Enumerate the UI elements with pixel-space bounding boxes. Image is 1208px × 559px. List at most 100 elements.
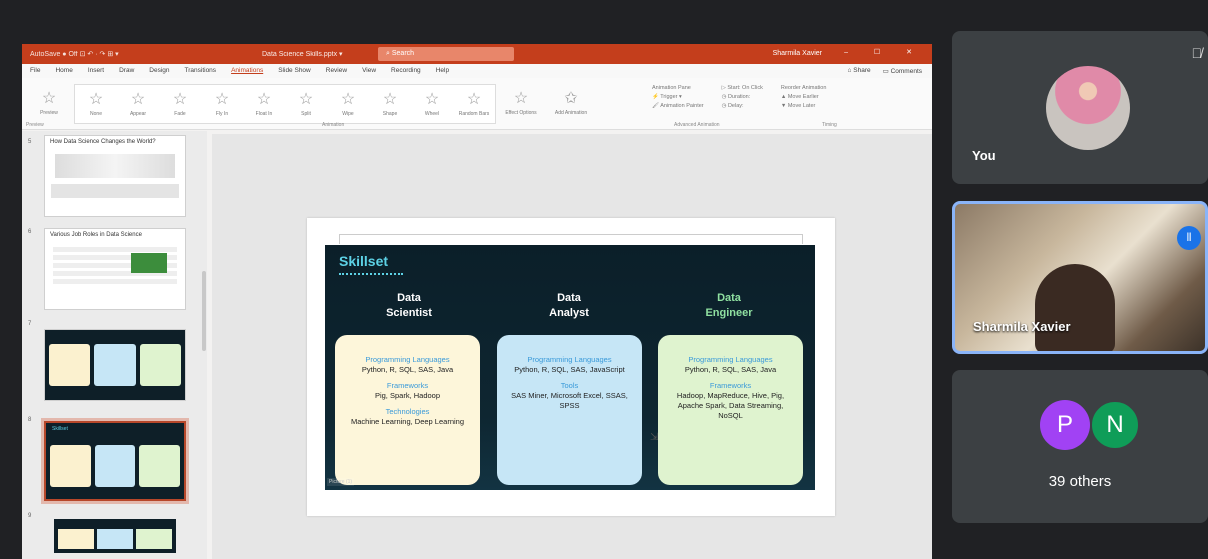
ribbon-command[interactable]: ▼ Move Later: [781, 102, 827, 111]
skill-values: SAS Miner, Microsoft Excel, SSAS, SPSS: [511, 391, 628, 410]
thumb-card: [139, 445, 181, 487]
ribbon-command[interactable]: ⚡ Trigger ▾: [652, 93, 704, 102]
ribbon-tab-recording[interactable]: Recording: [391, 67, 421, 75]
menu-action[interactable]: ⌂ Share: [848, 67, 871, 75]
participant-tile-others[interactable]: P N 39 others: [952, 370, 1208, 523]
animation-label: Wipe: [342, 111, 354, 117]
slide-canvas[interactable]: Skillset Data Scientist Data Analyst Dat…: [307, 218, 835, 516]
menu-action[interactable]: ▭ Comments: [883, 67, 922, 75]
ribbon-tab-home[interactable]: Home: [55, 67, 72, 75]
animations-ribbon: ☆ Preview ☆ None ☆ Appear ☆ Fade ☆ Fly In ☆ Float…: [22, 78, 932, 130]
document-name[interactable]: Data Science Skills.pptx ▾: [262, 50, 343, 58]
animation-fly-in[interactable]: ☆ Fly In: [201, 85, 243, 123]
thumb-number: 5: [28, 139, 32, 145]
skill-category: Programming Languages: [688, 355, 773, 364]
ribbon-command[interactable]: ◷ Duration:: [722, 93, 763, 102]
animation-float-in[interactable]: ☆ Float In: [243, 85, 285, 123]
ribbon-group: Reorder Animation ▲ Move Earlier ▼ Move La…: [781, 84, 827, 111]
ribbon-command[interactable]: ▲ Move Earlier: [781, 93, 827, 102]
star-icon: ☆: [88, 91, 104, 108]
slide-thumbnail[interactable]: How Data Science Changes the World?: [44, 135, 186, 217]
preview-button[interactable]: ☆ Preview: [28, 84, 70, 122]
slide-thumbnail[interactable]: [44, 515, 186, 559]
ribbon-tab-file[interactable]: File: [30, 67, 40, 75]
animation-label: Appear: [129, 111, 147, 117]
ribbon-right-groups: Animation Pane ⚡ Trigger ▾ 🖌 Animation Pai…: [652, 84, 826, 111]
participant-video: [1035, 264, 1115, 351]
star-icon: ☆: [172, 91, 188, 108]
avatar-initial: P: [1040, 400, 1090, 450]
others-count: 39 others: [1048, 473, 1112, 490]
effect-options-button[interactable]: ☆ Effect Options: [500, 84, 542, 122]
animation-fade[interactable]: ☆ Fade: [159, 85, 201, 123]
thumb-number: 7: [28, 321, 32, 327]
animation-label: Random Bars: [458, 111, 490, 117]
animation-random-bars[interactable]: ☆ Random Bars: [453, 85, 495, 123]
ribbon-tab-design[interactable]: Design: [149, 67, 169, 75]
window-controls[interactable]: – ☐ ✕: [844, 48, 924, 56]
star-icon: ☆: [214, 91, 230, 108]
ribbon-group: Animation Pane ⚡ Trigger ▾ 🖌 Animation Pai…: [652, 84, 704, 111]
search-box[interactable]: ⌕ Search: [378, 47, 514, 61]
ribbon-tab-help[interactable]: Help: [436, 67, 449, 75]
column-head-text: Data Engineer: [705, 292, 753, 319]
thumb-number: 8: [28, 417, 32, 423]
slide-thumbnail[interactable]: Various Job Roles in Data Science: [44, 228, 186, 310]
slide-thumbnail[interactable]: [44, 329, 186, 401]
participant-tile-speaker[interactable]: ⦀ Sharmila Xavier: [952, 201, 1208, 354]
ribbon-tab-animations[interactable]: Animations: [231, 67, 263, 75]
group-animation: Animation: [322, 122, 345, 128]
slide-thumbnail-selected[interactable]: Skillset: [41, 418, 189, 504]
shared-screen: AutoSave ● Off ⊡ ↶ · ↷ ⊞ ▾ Data Science …: [22, 44, 932, 559]
ribbon-command[interactable]: ▷ Start: On Click: [722, 84, 763, 93]
avatar-initial: N: [1090, 400, 1140, 450]
skill-values: Python, R, SQL, SAS, Java: [684, 365, 777, 374]
ribbon-tabs: File Home Insert Draw Design Transitions Anima…: [22, 64, 932, 78]
signed-in-user[interactable]: Sharmila Xavier: [773, 50, 822, 57]
thumb-graphic: [51, 184, 179, 198]
skill-category: Frameworks: [709, 381, 752, 390]
slide-title: Skillset: [339, 253, 389, 269]
slide-thumbnails-pane: 5 How Data Science Changes the World? 6 …: [22, 131, 207, 559]
ribbon-tab-slide-show[interactable]: Slide Show: [278, 67, 311, 75]
thumbnail-scrollbar[interactable]: [202, 271, 206, 351]
animation-split[interactable]: ☆ Split: [285, 85, 327, 123]
thumb-card: [94, 344, 136, 386]
animation-wheel[interactable]: ☆ Wheel: [411, 85, 453, 123]
ribbon-tab-insert[interactable]: Insert: [88, 67, 104, 75]
star-plus-icon: ✩: [564, 90, 578, 107]
effect-options-label: Effect Options: [505, 110, 537, 116]
participant-tile-self[interactable]: 🎙̸ You: [952, 31, 1208, 184]
ribbon-tab-draw[interactable]: Draw: [119, 67, 134, 75]
menu-right-actions: ⌂ Share ▭ Comments: [848, 67, 922, 75]
skill-values: Machine Learning, Deep Learning: [351, 417, 464, 426]
ribbon-command[interactable]: Animation Pane: [652, 84, 704, 93]
thumb-card: [139, 344, 181, 386]
animation-wipe[interactable]: ☆ Wipe: [327, 85, 369, 123]
quick-access-toolbar[interactable]: AutoSave ● Off ⊡ ↶ · ↷ ⊞ ▾: [30, 50, 119, 58]
ppt-titlebar: AutoSave ● Off ⊡ ↶ · ↷ ⊞ ▾ Data Science …: [22, 44, 932, 64]
participant-name: You: [972, 148, 996, 163]
ribbon-tab-review[interactable]: Review: [326, 67, 347, 75]
speaking-indicator-icon: ⦀: [1177, 226, 1201, 250]
ribbon-command[interactable]: Reorder Animation: [781, 84, 827, 93]
mouse-cursor-icon: ⇲: [650, 432, 659, 443]
skill-card-engineer: Programming Languages Python, R, SQL, SAS…: [658, 335, 803, 485]
animation-label: Shape: [382, 111, 398, 117]
animation-label: Wheel: [424, 111, 440, 117]
skill-category: Technologies: [385, 407, 430, 416]
animation-label: Float In: [255, 111, 273, 117]
add-animation-button[interactable]: ✩ Add Animation: [550, 84, 592, 122]
animation-shape[interactable]: ☆ Shape: [369, 85, 411, 123]
ribbon-command[interactable]: 🖌 Animation Painter: [652, 102, 704, 111]
thumb-card: [49, 344, 91, 386]
ribbon-command[interactable]: ◷ Delay:: [722, 102, 763, 111]
ribbon-tab-view[interactable]: View: [362, 67, 376, 75]
animation-label: Split: [301, 111, 311, 117]
skill-values: Python, R, SQL, SAS, Java: [361, 365, 454, 374]
animation-appear[interactable]: ☆ Appear: [117, 85, 159, 123]
skill-card-scientist: Programming Languages Python, R, SQL, SAS…: [335, 335, 480, 485]
skill-category: Frameworks: [386, 381, 429, 390]
animation-none[interactable]: ☆ None: [75, 85, 117, 123]
ribbon-tab-transitions[interactable]: Transitions: [185, 67, 217, 75]
